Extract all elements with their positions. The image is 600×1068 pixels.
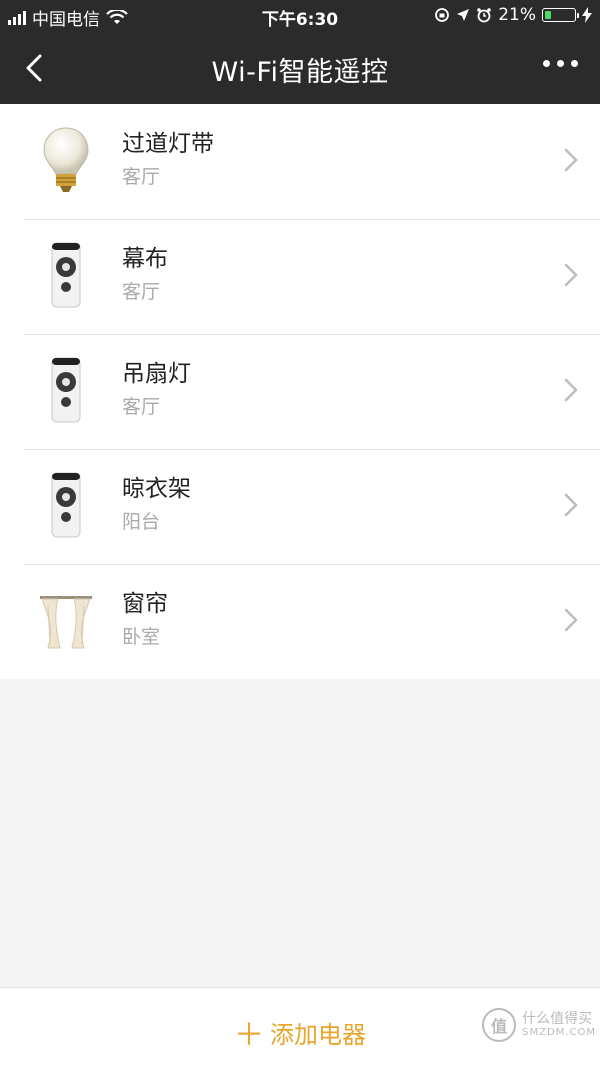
list-item[interactable]: 幕布 客厅 bbox=[0, 219, 600, 334]
list-item[interactable]: 晾衣架 阳台 bbox=[0, 449, 600, 564]
page-title: Wi-Fi智能遥控 bbox=[211, 57, 389, 88]
rotation-lock-icon bbox=[435, 8, 450, 22]
device-list: 过道灯带 客厅 幕布 客厅 吊扇灯 客厅 晾衣架 阳台 窗帘 卧室 bbox=[0, 104, 600, 679]
chevron-right-icon bbox=[564, 493, 578, 517]
chevron-right-icon bbox=[564, 378, 578, 402]
device-name: 幕布 bbox=[122, 246, 168, 272]
battery-icon bbox=[542, 8, 579, 22]
remote-control-icon bbox=[51, 472, 81, 538]
device-name: 晾衣架 bbox=[122, 476, 191, 502]
device-room: 卧室 bbox=[122, 626, 161, 648]
list-item[interactable]: 过道灯带 客厅 bbox=[0, 104, 600, 219]
status-bar: 中国电信 下午6:30 21% bbox=[0, 0, 600, 32]
more-dots-icon[interactable] bbox=[543, 60, 578, 67]
plus-icon: ＋ bbox=[234, 1018, 264, 1053]
light-bulb-icon bbox=[43, 127, 89, 192]
nav-bar: Wi-Fi智能遥控 bbox=[0, 32, 600, 104]
chevron-right-icon bbox=[564, 263, 578, 287]
add-device-label: 添加电器 bbox=[270, 1021, 366, 1049]
device-room: 阳台 bbox=[122, 511, 161, 533]
bottom-bar: ＋添加电器 值 什么值得买 SMZDM.COM bbox=[0, 987, 600, 1068]
device-name: 吊扇灯 bbox=[122, 361, 191, 387]
chevron-right-icon bbox=[564, 608, 578, 632]
location-icon bbox=[457, 9, 470, 21]
alarm-icon bbox=[477, 8, 492, 23]
device-room: 客厅 bbox=[122, 396, 161, 418]
curtain-icon bbox=[40, 596, 92, 649]
device-room: 客厅 bbox=[122, 281, 161, 303]
remote-control-icon bbox=[51, 357, 81, 423]
device-room: 客厅 bbox=[122, 166, 161, 188]
list-item[interactable]: 吊扇灯 客厅 bbox=[0, 334, 600, 449]
battery-percent: 21% bbox=[498, 5, 536, 25]
charging-icon bbox=[582, 7, 592, 23]
remote-control-icon bbox=[51, 242, 81, 308]
watermark-line1: 什么值得买 bbox=[522, 1010, 593, 1027]
watermark-badge: 值 bbox=[482, 1008, 517, 1042]
list-item[interactable]: 窗帘 卧室 bbox=[0, 564, 600, 679]
device-name: 窗帘 bbox=[122, 591, 168, 617]
watermark: 值 什么值得买 SMZDM.COM bbox=[482, 1008, 596, 1042]
watermark-line2: SMZDM.COM bbox=[522, 1027, 596, 1039]
status-right: 21% bbox=[434, 5, 592, 25]
device-name: 过道灯带 bbox=[122, 131, 214, 157]
chevron-right-icon bbox=[564, 148, 578, 172]
